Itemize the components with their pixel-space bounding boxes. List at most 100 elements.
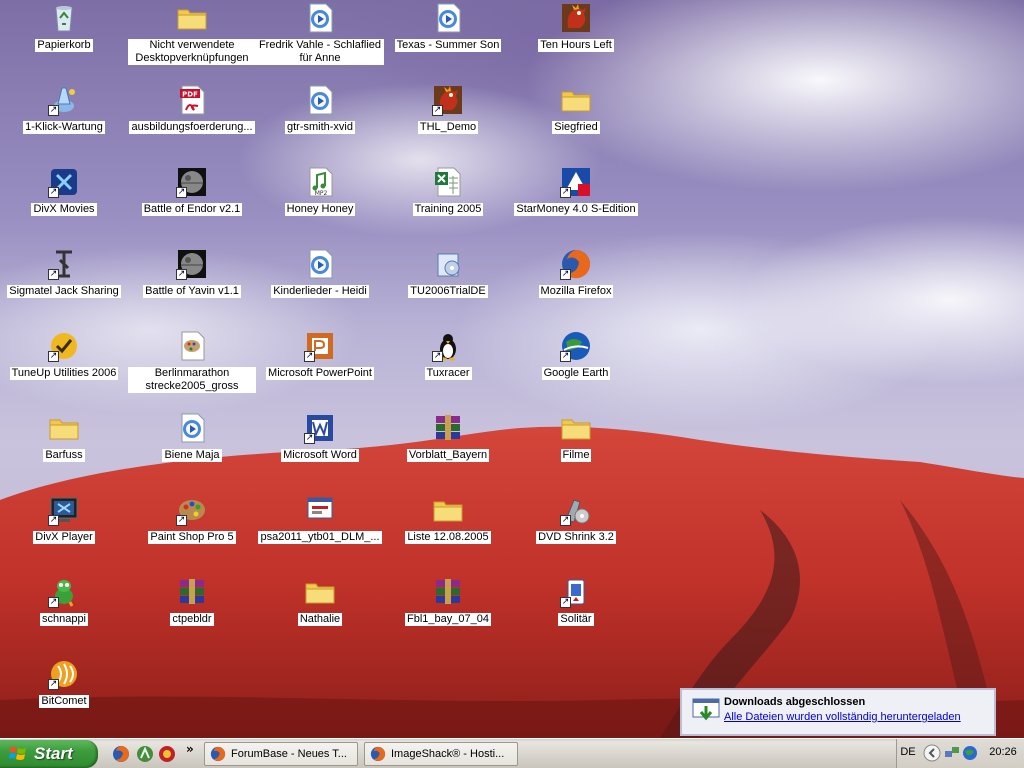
tuneup-icon: ↗	[48, 330, 80, 362]
desktop-shortcut[interactable]: Biene Maja	[128, 412, 256, 492]
death-star-icon: ↗	[176, 166, 208, 198]
powerpoint-icon: ↗	[304, 330, 336, 362]
firefox-icon[interactable]	[112, 745, 130, 763]
shortcut-arrow-icon: ↗	[304, 433, 315, 444]
desktop-shortcut[interactable]: ↗ Microsoft PowerPoint	[256, 330, 384, 410]
desktop-shortcut[interactable]: ↗ Microsoft Word	[256, 412, 384, 492]
desktop-shortcut[interactable]: Barfuss	[0, 412, 128, 492]
desktop-shortcut-label: Nathalie	[297, 613, 343, 626]
desktop-shortcut[interactable]: ↗ Solitär	[512, 576, 640, 656]
desktop-shortcut[interactable]: ↗ DivX Player	[0, 494, 128, 574]
desktop-shortcut[interactable]: Filme	[512, 412, 640, 492]
desktop-shortcut[interactable]: ↗ THL_Demo	[384, 84, 512, 164]
firefox-icon	[370, 746, 386, 762]
desktop-shortcut-label: Battle of Endor v2.1	[141, 203, 243, 216]
dvd-shrink-icon: ↗	[560, 494, 592, 526]
desktop-shortcut[interactable]: ↗ Tuxracer	[384, 330, 512, 410]
desktop-shortcut-label: Ten Hours Left	[538, 39, 614, 52]
desktop-shortcut[interactable]: Training 2005	[384, 166, 512, 246]
desktop-shortcut[interactable]: ↗ DVD Shrink 3.2	[512, 494, 640, 574]
desktop-shortcut[interactable]: Nicht verwendete Desktopverknüpfungen	[128, 2, 256, 82]
cleanup-wizard-icon: ↗	[48, 84, 80, 116]
desktop-shortcut[interactable]: ↗ StarMoney 4.0 S-Edition	[512, 166, 640, 246]
desktop-shortcut-label: Vorblatt_Bayern	[406, 449, 490, 462]
desktop-shortcut[interactable]: Texas - Summer Son	[384, 2, 512, 82]
desktop-shortcut-label: Tuxracer	[424, 367, 472, 380]
desktop-shortcut[interactable]: Papierkorb	[0, 2, 128, 82]
shortcut-arrow-icon: ↗	[48, 679, 59, 690]
desktop-shortcut-label: Nicht verwendete Desktopverknüpfungen	[128, 39, 256, 65]
shortcut-arrow-icon: ↗	[48, 187, 59, 198]
network-icon[interactable]	[944, 745, 960, 761]
desktop-shortcut-label: Microsoft Word	[281, 449, 359, 462]
desktop-shortcut[interactable]: ↗ Google Earth	[512, 330, 640, 410]
taskbar-button-forumbase[interactable]: ForumBase - Neues T...	[204, 742, 358, 766]
desktop-shortcut[interactable]: Kinderlieder - Heidi	[256, 248, 384, 328]
desktop-shortcut-label: Filme	[560, 449, 592, 462]
desktop-shortcut-label: THL_Demo	[417, 121, 479, 134]
shortcut-arrow-icon: ↗	[48, 269, 59, 280]
shortcut-arrow-icon: ↗	[432, 351, 443, 362]
desktop-shortcut[interactable]: ↗ Battle of Endor v2.1	[128, 166, 256, 246]
penguin-icon: ↗	[432, 330, 464, 362]
tray-expand-icon[interactable]	[923, 744, 941, 762]
bitcomet-icon: ↗	[48, 658, 80, 690]
media-icon[interactable]	[158, 745, 176, 763]
desktop-shortcut[interactable]: Liste 12.08.2005	[384, 494, 512, 574]
desktop-shortcut[interactable]: Siegfried	[512, 84, 640, 164]
desktop-shortcut[interactable]: Vorblatt_Bayern	[384, 412, 512, 492]
balloon-message-link[interactable]: Alle Dateien wurden vollständig herunter…	[724, 711, 961, 723]
desktop-shortcut[interactable]: ↗ Mozilla Firefox	[512, 248, 640, 328]
start-button[interactable]: Start	[0, 740, 98, 768]
desktop-shortcut[interactable]: PDF ausbildungsfoerderung...	[128, 84, 256, 164]
shortcut-arrow-icon: ↗	[176, 515, 187, 526]
desktop-shortcut[interactable]: psa2011_ytb01_DLM_...	[256, 494, 384, 574]
clock[interactable]: 20:26	[983, 746, 1023, 758]
desktop-shortcut[interactable]: ctpebldr	[128, 576, 256, 656]
desktop-shortcut-label: Microsoft PowerPoint	[266, 367, 374, 380]
globe-icon[interactable]	[962, 745, 978, 761]
desktop-shortcut[interactable]: ↗ schnappi	[0, 576, 128, 656]
desktop-shortcut[interactable]: Nathalie	[256, 576, 384, 656]
language-indicator[interactable]: DE	[897, 746, 919, 758]
desktop-shortcut[interactable]: ↗ Paint Shop Pro 5	[128, 494, 256, 574]
desktop-shortcut-label: DivX Player	[33, 531, 95, 544]
desktop-shortcut[interactable]: Fbl1_bay_07_04	[384, 576, 512, 656]
shortcut-arrow-icon: ↗	[304, 351, 315, 362]
desktop-shortcut-label: TU2006TrialDE	[408, 285, 488, 298]
desktop-shortcut[interactable]: ↗ Battle of Yavin v1.1	[128, 248, 256, 328]
media-player-file-icon	[304, 84, 336, 116]
desktop-shortcut[interactable]: gtr-smith-xvid	[256, 84, 384, 164]
desktop-shortcut[interactable]: Ten Hours Left	[512, 2, 640, 82]
desktop-shortcut[interactable]: ↗ TuneUp Utilities 2006	[0, 330, 128, 410]
desktop[interactable]: Papierkorb Nicht verwendete Desktopverknü…	[0, 0, 1024, 738]
notification-balloon[interactable]: Downloads abgeschlossen Alle Dateien wur…	[680, 688, 996, 736]
desktop-shortcut[interactable]: ↗ Sigmatel Jack Sharing	[0, 248, 128, 328]
desktop-shortcut-label: Battle of Yavin v1.1	[143, 285, 241, 298]
audio-jack-icon: ↗	[48, 248, 80, 280]
desktop-shortcut-label: ctpebldr	[170, 613, 214, 626]
quicklaunch-chevron[interactable]: »	[186, 742, 194, 756]
winamp-icon[interactable]	[136, 745, 154, 763]
shortcut-arrow-icon: ↗	[48, 351, 59, 362]
desktop-shortcut[interactable]: ↗ DivX Movies	[0, 166, 128, 246]
desktop-shortcut[interactable]: ↗ 1-Klick-Wartung	[0, 84, 128, 164]
desktop-shortcut-label: Sigmatel Jack Sharing	[7, 285, 121, 298]
desktop-shortcut[interactable]: MP2 Honey Honey	[256, 166, 384, 246]
firefox-icon: ↗	[560, 248, 592, 280]
desktop-shortcut[interactable]: TU2006TrialDE	[384, 248, 512, 328]
desktop-shortcut-label: Biene Maja	[162, 449, 222, 462]
desktop-shortcut[interactable]: ↗ BitComet	[0, 658, 128, 738]
windows-logo-icon	[9, 747, 26, 760]
shortcut-arrow-icon: ↗	[48, 515, 59, 526]
desktop-shortcut[interactable]: Berlinmarathon strecke2005_gross	[128, 330, 256, 410]
balloon-title: Downloads abgeschlossen	[724, 696, 866, 708]
shortcut-arrow-icon: ↗	[560, 351, 571, 362]
paint-shop-file-icon	[176, 330, 208, 362]
taskbar-button-imageshack[interactable]: ImageShack® - Hosti...	[364, 742, 518, 766]
rooster-game-icon: ↗	[432, 84, 464, 116]
desktop-shortcut[interactable]: Fredrik Vahle - Schlaflied für Anne	[256, 2, 384, 82]
rooster-game-icon	[560, 2, 592, 34]
folder-icon	[432, 494, 464, 526]
excel-file-icon	[432, 166, 464, 198]
